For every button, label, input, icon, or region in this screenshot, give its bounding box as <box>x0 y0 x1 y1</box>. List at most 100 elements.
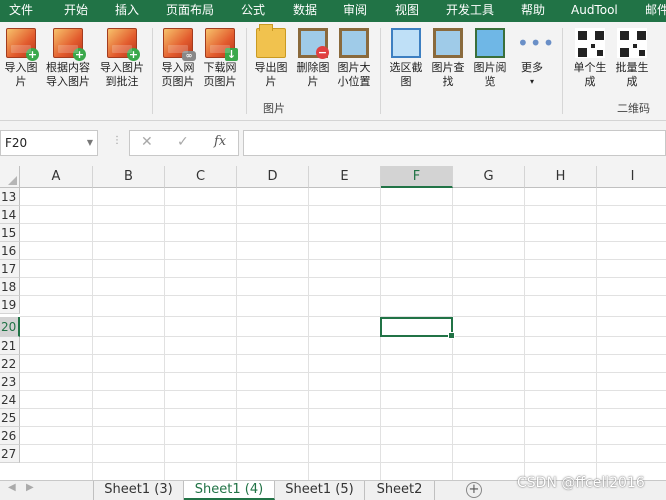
worksheet-grid[interactable]: A B C D E F G H I 13 14 15 16 17 18 19 2… <box>0 166 666 480</box>
tab-developer[interactable]: 开发工具 <box>446 0 494 22</box>
gridline <box>20 316 666 317</box>
screenshot-button[interactable]: 选区截图 <box>385 28 427 89</box>
column-header-b[interactable]: B <box>93 166 165 188</box>
tab-review[interactable]: 审阅 <box>343 0 367 22</box>
row-header[interactable]: 22 <box>0 355 20 373</box>
download-web-picture-button[interactable]: ↓ 下载网页图片 <box>199 28 241 89</box>
select-all-button[interactable] <box>0 166 20 188</box>
column-header-g[interactable]: G <box>453 166 525 188</box>
tab-insert[interactable]: 插入 <box>115 0 139 22</box>
gridline <box>20 259 666 260</box>
tab-home[interactable]: 开始 <box>64 0 88 22</box>
gridline <box>20 462 666 463</box>
insert-function-icon[interactable]: fx <box>214 134 226 149</box>
download-web-picture-icon: ↓ <box>205 28 238 61</box>
row-header[interactable]: 13 <box>0 188 20 206</box>
scroll-right-icon[interactable]: ▶ <box>26 482 34 493</box>
row-header[interactable]: 19 <box>0 296 20 314</box>
active-cell-f20[interactable] <box>380 317 455 339</box>
tab-help[interactable]: 帮助 <box>521 0 545 22</box>
name-box[interactable]: F20 ▼ <box>0 130 98 156</box>
cancel-icon[interactable]: ✕ <box>141 134 153 150</box>
scroll-left-icon[interactable]: ◀ <box>8 482 16 493</box>
row-header[interactable]: 23 <box>0 373 20 391</box>
row-header[interactable]: 18 <box>0 278 20 296</box>
picture-find-icon <box>433 28 463 58</box>
column-header-a[interactable]: A <box>20 166 93 188</box>
column-header-h[interactable]: H <box>525 166 597 188</box>
import-web-picture-icon: ∞ <box>163 28 196 61</box>
group-separator <box>152 28 153 114</box>
import-to-comment-button[interactable]: + 导入图片到批注 <box>98 28 146 89</box>
qr-single-button[interactable]: 单个生成 <box>569 28 611 89</box>
sheet-tab-sheet1-3[interactable]: Sheet1 (3) <box>93 481 184 500</box>
watermark: CSDN @ffcell2016 <box>517 475 645 491</box>
gridline <box>20 408 666 409</box>
tab-formulas[interactable]: 公式 <box>241 0 265 22</box>
row-header[interactable]: 21 <box>0 337 20 355</box>
gridline <box>20 277 666 278</box>
tab-layout[interactable]: 页面布局 <box>166 0 214 22</box>
formula-buttons: ✕ ✓ fx <box>129 130 239 156</box>
sheet-tab-sheet1-5[interactable]: Sheet1 (5) <box>275 481 365 500</box>
drag-handle-icon[interactable]: ⋮ <box>112 135 122 146</box>
column-header-e[interactable]: E <box>309 166 381 188</box>
gridline <box>20 372 666 373</box>
qr-batch-button[interactable]: 批量生成 <box>611 28 653 89</box>
gridline <box>20 223 666 224</box>
gridline <box>20 426 666 427</box>
formula-bar: F20 ▼ ⋮ ✕ ✓ fx <box>0 121 666 166</box>
row-header[interactable]: 25 <box>0 409 20 427</box>
delete-picture-icon: − <box>298 28 329 59</box>
picture-size-button[interactable]: 图片大小位置 <box>334 28 374 89</box>
more-dots-icon: ••• <box>517 31 556 55</box>
row-header[interactable]: 17 <box>0 260 20 278</box>
gridline <box>20 241 666 242</box>
enter-icon[interactable]: ✓ <box>177 134 189 150</box>
picture-find-button[interactable]: 图片查找 <box>427 28 469 89</box>
gridline <box>20 390 666 391</box>
tab-audtool[interactable]: AudTool <box>571 0 618 22</box>
tab-view[interactable]: 视图 <box>395 0 419 22</box>
row-header[interactable]: 16 <box>0 242 20 260</box>
row-header[interactable]: 24 <box>0 391 20 409</box>
name-box-value: F20 <box>5 136 28 150</box>
row-header[interactable]: 15 <box>0 224 20 242</box>
gridline <box>92 188 93 480</box>
picture-browse-button[interactable]: 图片阅览 <box>469 28 511 89</box>
gridline <box>20 444 666 445</box>
gridline <box>20 354 666 355</box>
row-header[interactable]: 14 <box>0 206 20 224</box>
sheet-tab-sheet1-4[interactable]: Sheet1 (4) <box>184 481 275 500</box>
sheet-tab-sheet2[interactable]: Sheet2 <box>365 481 435 500</box>
delete-picture-button[interactable]: − 删除图片 <box>292 28 334 89</box>
tab-mail[interactable]: 邮件 <box>645 0 666 22</box>
group-separator <box>246 28 247 114</box>
ribbon: + 导入图片 + 根据内容导入图片 + 导入图片到批注 ∞ 导入网页图片 ↓ 下… <box>0 22 666 121</box>
column-header-c[interactable]: C <box>165 166 237 188</box>
gridline <box>308 188 309 480</box>
row-header[interactable]: 26 <box>0 427 20 445</box>
row-header-selected[interactable]: 20 <box>0 317 20 337</box>
column-header-i[interactable]: I <box>597 166 666 188</box>
export-picture-button[interactable]: 导出图片 <box>250 24 292 89</box>
add-sheet-icon[interactable]: + <box>466 482 482 498</box>
column-header-f[interactable]: F <box>381 166 453 188</box>
formula-input[interactable] <box>243 130 666 156</box>
row-header[interactable]: 27 <box>0 445 20 463</box>
import-web-picture-button[interactable]: ∞ 导入网页图片 <box>157 28 199 89</box>
import-by-content-button[interactable]: + 根据内容导入图片 <box>43 28 93 89</box>
gridline <box>20 295 666 296</box>
gridline <box>20 205 666 206</box>
qr-single-icon <box>575 28 605 58</box>
more-button[interactable]: ••• 更多 ▾ <box>511 28 556 89</box>
gridline <box>236 188 237 480</box>
column-header-d[interactable]: D <box>237 166 309 188</box>
group-label-picture: 图片 <box>263 102 285 115</box>
tab-data[interactable]: 数据 <box>293 0 317 22</box>
group-label-qrcode: 二维码 <box>617 102 650 115</box>
chevron-down-icon[interactable]: ▼ <box>87 131 93 155</box>
import-picture-button[interactable]: + 导入图片 <box>0 28 42 89</box>
tab-file[interactable]: 文件 <box>9 0 33 22</box>
gridline <box>524 188 525 480</box>
